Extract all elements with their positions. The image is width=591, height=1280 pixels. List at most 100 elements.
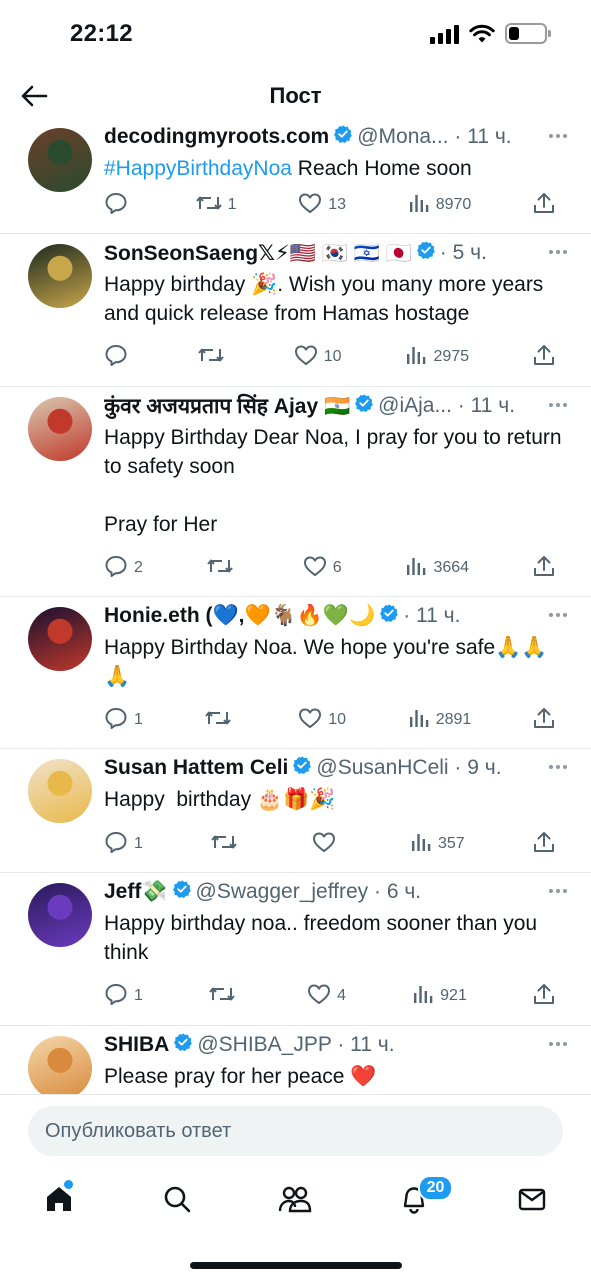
tweet-text-content: Happy birthday noa.. freedom sooner than…: [104, 912, 543, 964]
retweet-button[interactable]: [211, 831, 243, 858]
author-handle-time: @Mona... · 11 ч.: [357, 125, 512, 148]
reply-icon: [104, 555, 128, 582]
share-button[interactable]: [533, 343, 563, 372]
author-name[interactable]: decodingmyroots.com: [104, 125, 329, 149]
reply-button[interactable]: 2: [104, 555, 143, 582]
verified-badge-icon: [172, 879, 192, 905]
tweet-body: Susan Hattem Celi @SusanHCeli · 9 ч. Hap…: [104, 749, 565, 814]
views-button[interactable]: 3664: [405, 555, 469, 582]
tweet-body: decodingmyroots.com @Mona... · 11 ч. #Ha…: [104, 118, 565, 183]
like-button[interactable]: 6: [303, 555, 342, 582]
more-options-button[interactable]: [543, 242, 573, 262]
views-button[interactable]: 357: [410, 831, 465, 858]
reply-tweet[interactable]: कुंवर अजयप्रताप सिंह Ajay 🇮🇳 @iAja... · …: [0, 387, 591, 597]
views-button[interactable]: 2891: [408, 707, 472, 734]
reply-count: 2: [134, 559, 143, 576]
views-button[interactable]: 2975: [405, 344, 469, 371]
retweet-button[interactable]: [204, 707, 237, 734]
retweet-button[interactable]: [209, 983, 241, 1010]
views-button[interactable]: 8970: [408, 192, 471, 219]
nav-communities[interactable]: [270, 1174, 320, 1224]
reply-tweet[interactable]: SHIBA @SHIBA_JPP · 11 ч. Please pray for…: [0, 1026, 591, 1094]
more-options-button[interactable]: [543, 605, 573, 625]
notifications-badge: 20: [417, 1175, 454, 1201]
user-avatar[interactable]: [28, 883, 92, 947]
nav-home[interactable]: [34, 1174, 84, 1224]
share-button[interactable]: [533, 982, 563, 1011]
tweet-body: SHIBA @SHIBA_JPP · 11 ч. Please pray for…: [104, 1026, 565, 1091]
reply-tweet[interactable]: SonSeonSaeng𝕏⚡🇺🇸 🇰🇷 🇮🇱 🇯🇵 · 5 ч. Happy b…: [0, 234, 591, 387]
user-avatar[interactable]: [28, 1036, 92, 1094]
user-avatar[interactable]: [28, 128, 92, 192]
like-count: 4: [337, 987, 347, 1004]
verified-badge-icon: [333, 124, 353, 150]
nav-search[interactable]: [152, 1174, 202, 1224]
retweet-icon: [204, 707, 231, 734]
views-icon: [405, 555, 427, 582]
share-icon: [533, 982, 555, 1011]
reply-button[interactable]: [104, 192, 134, 219]
tweet-header: SHIBA @SHIBA_JPP · 11 ч.: [104, 1028, 565, 1062]
user-avatar[interactable]: [28, 759, 92, 823]
views-button[interactable]: 921: [412, 983, 467, 1010]
more-icon: [549, 1042, 553, 1046]
more-options-button[interactable]: [543, 757, 573, 777]
like-icon: [298, 707, 322, 734]
reply-tweet[interactable]: Susan Hattem Celi @SusanHCeli · 9 ч. Hap…: [0, 749, 591, 873]
nav-notifications[interactable]: 20: [389, 1174, 454, 1224]
share-button[interactable]: [533, 554, 563, 583]
reply-button[interactable]: 1: [104, 983, 143, 1010]
reply-tweet[interactable]: Jeff💸 @Swagger_jeffrey · 6 ч. Happy birt…: [0, 873, 591, 1026]
verified-badge-icon: [173, 1032, 193, 1058]
tweet-header: Honie.eth (💙,🧡🐐🔥💚🌙 · 11 ч.: [104, 599, 565, 633]
messages-icon: [518, 1188, 546, 1211]
author-name[interactable]: SHIBA: [104, 1033, 169, 1057]
user-avatar[interactable]: [28, 397, 92, 461]
author-name[interactable]: Honie.eth (💙,🧡🐐🔥💚🌙: [104, 604, 375, 628]
author-name[interactable]: Jeff💸: [104, 880, 168, 904]
share-button[interactable]: [533, 830, 563, 859]
replies-feed[interactable]: decodingmyroots.com @Mona... · 11 ч. #Ha…: [0, 118, 591, 1094]
user-avatar[interactable]: [28, 244, 92, 308]
tweet-header: Susan Hattem Celi @SusanHCeli · 9 ч.: [104, 751, 565, 785]
hashtag-link[interactable]: #HappyBirthdayNoa: [104, 157, 292, 180]
author-name[interactable]: SonSeonSaeng𝕏⚡🇺🇸 🇰🇷 🇮🇱 🇯🇵: [104, 241, 412, 266]
tweet-text-content: Happy Birthday Noa. We hope you're safe🙏…: [104, 636, 548, 688]
more-options-button[interactable]: [543, 881, 573, 901]
reply-tweet[interactable]: Honie.eth (💙,🧡🐐🔥💚🌙 · 11 ч. Happy Birthda…: [0, 597, 591, 749]
share-button[interactable]: [533, 706, 563, 735]
user-avatar[interactable]: [28, 607, 92, 671]
view-count: 2891: [435, 711, 472, 728]
like-button[interactable]: 4: [307, 983, 346, 1010]
reply-button[interactable]: [104, 344, 134, 371]
like-button[interactable]: 10: [294, 344, 342, 371]
like-button[interactable]: [312, 831, 342, 858]
more-options-button[interactable]: [543, 395, 573, 415]
tweet-body: Jeff💸 @Swagger_jeffrey · 6 ч. Happy birt…: [104, 873, 565, 967]
reply-tweet[interactable]: decodingmyroots.com @Mona... · 11 ч. #Ha…: [0, 118, 591, 234]
reply-button[interactable]: 1: [104, 707, 143, 734]
reply-input[interactable]: [28, 1106, 563, 1156]
more-options-button[interactable]: [543, 1034, 573, 1054]
author-name[interactable]: Susan Hattem Celi: [104, 756, 288, 780]
reply-button[interactable]: 1: [104, 831, 143, 858]
retweet-button[interactable]: [207, 555, 239, 582]
author-name[interactable]: कुंवर अजयप्रताप सिंह Ajay 🇮🇳: [104, 392, 350, 420]
verified-badge-icon: [416, 240, 436, 266]
like-button[interactable]: 13: [298, 192, 346, 219]
nav-messages[interactable]: [507, 1174, 557, 1224]
tweet-text: Please pray for her peace ❤️: [104, 1062, 565, 1091]
like-button[interactable]: 10: [298, 707, 346, 734]
author-handle-time: @iAja... · 11 ч.: [378, 394, 516, 417]
home-indicator: [190, 1262, 402, 1269]
retweet-button[interactable]: [198, 344, 230, 371]
like-icon: [303, 555, 327, 582]
more-options-button[interactable]: [543, 126, 573, 146]
share-button[interactable]: [533, 191, 563, 220]
post-header: Пост: [0, 70, 591, 124]
views-icon: [412, 983, 434, 1010]
retweet-icon: [211, 831, 238, 858]
bottom-nav: 20: [0, 1164, 591, 1234]
author-handle-time: @Swagger_jeffrey · 6 ч.: [195, 880, 422, 903]
retweet-button[interactable]: 1: [195, 192, 237, 219]
